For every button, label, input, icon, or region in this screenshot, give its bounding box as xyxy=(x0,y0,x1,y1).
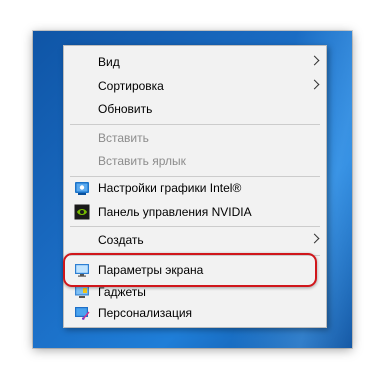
menu-item-label: Персонализация xyxy=(98,306,193,320)
menu-item-nvidia-control-panel[interactable]: Панель управления NVIDIA xyxy=(64,201,326,223)
chevron-right-icon xyxy=(309,233,320,244)
chevron-right-icon xyxy=(309,55,320,66)
menu-item-personalization[interactable]: Персонализация xyxy=(64,302,326,324)
nvidia-icon xyxy=(74,204,90,220)
menu-separator xyxy=(70,226,320,227)
menu-item-paste-shortcut: Вставить ярлык xyxy=(64,150,326,172)
intel-graphics-icon xyxy=(75,182,89,195)
menu-item-label: Панель управления NVIDIA xyxy=(98,205,252,219)
menu-separator xyxy=(70,124,320,125)
chevron-right-icon xyxy=(309,79,320,90)
personalization-icon xyxy=(75,307,90,320)
menu-item-new[interactable]: Создать xyxy=(64,229,326,251)
menu-item-label: Настройки графики Intel® xyxy=(98,181,242,195)
menu-item-label: Создать xyxy=(98,233,144,247)
menu-item-intel-graphics[interactable]: Настройки графики Intel® xyxy=(64,177,326,199)
menu-item-sort[interactable]: Сортировка xyxy=(64,75,326,97)
screenshot-frame: Вид Сортировка Обновить Вставить Вставит… xyxy=(0,0,385,383)
menu-item-label: Сортировка xyxy=(98,79,164,93)
menu-item-label: Вид xyxy=(98,55,120,69)
menu-item-label: Обновить xyxy=(98,102,153,116)
menu-item-label: Вставить ярлык xyxy=(98,154,186,168)
menu-item-label: Вставить xyxy=(98,131,149,145)
highlight-outline xyxy=(63,253,317,287)
menu-item-paste: Вставить xyxy=(64,127,326,149)
menu-item-refresh[interactable]: Обновить xyxy=(64,98,326,120)
menu-item-view[interactable]: Вид xyxy=(64,51,326,73)
